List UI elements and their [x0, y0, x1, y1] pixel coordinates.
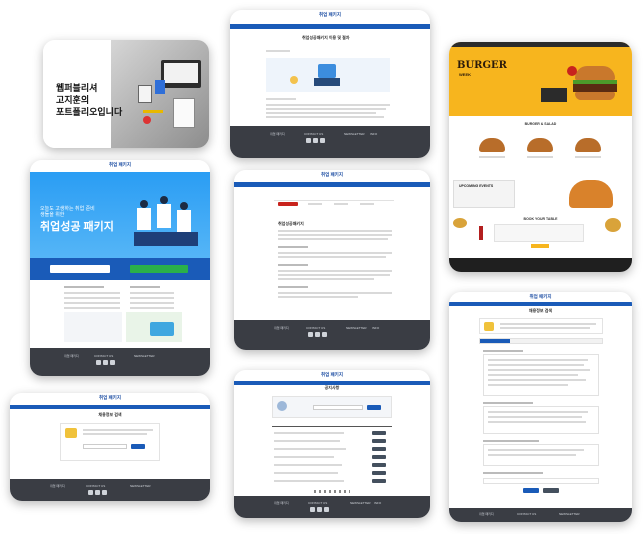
site-logo: 취업 패키지 — [99, 395, 121, 400]
booking-form[interactable] — [494, 224, 584, 242]
main-nav[interactable] — [449, 302, 632, 306]
cancel-button[interactable] — [543, 488, 559, 493]
search-panel[interactable] — [60, 423, 160, 461]
main-nav[interactable] — [234, 182, 430, 187]
devices-illustration — [161, 60, 201, 88]
menu-item-1[interactable] — [479, 138, 505, 152]
hero-bar — [30, 258, 210, 280]
intro-text: 웹퍼블리셔 고지훈의 포트폴리오입니다 — [56, 82, 122, 118]
confirm-button[interactable] — [523, 488, 539, 493]
promo-box[interactable] — [126, 312, 182, 342]
menu-item-2[interactable] — [527, 138, 553, 152]
site-footer: 취업 패키지 CONTACT US NEWSLETTER — [30, 348, 210, 376]
intro-line-2: 고지훈의 — [56, 95, 90, 105]
intro-line-1: 웹퍼블리셔 — [56, 83, 98, 93]
sale-badge — [567, 66, 577, 76]
site-footer: 취업 패키지 CONTACT US NEWSLETTER — [449, 508, 632, 522]
section-burger-salad: BURGER & SALAD — [524, 122, 557, 126]
terms-box-2[interactable] — [483, 406, 599, 434]
search-input[interactable] — [83, 444, 127, 449]
site-footer: 취업 패키지 CONTACT US NEWSLETTER INFO — [234, 320, 430, 350]
intro-line-3: 포트폴리오입니다 — [56, 107, 123, 117]
site-logo: 취업 패키지 — [321, 372, 343, 377]
page-title: 채용정보 검색 — [528, 308, 553, 313]
menu-item-3[interactable] — [575, 138, 601, 152]
portfolio-card-main[interactable]: 취업 패키지 오늘도 고생하는 취업 준비생들을 위한 취업성공 패키지 취업 … — [30, 160, 210, 376]
portfolio-card-notice[interactable]: 취업 패키지 공지사항 취업 패키지 CONTACT US NEWSLETTER… — [234, 370, 430, 518]
site-logo: 취업 패키지 — [529, 294, 552, 299]
pagination[interactable] — [314, 490, 350, 493]
main-nav[interactable] — [10, 405, 210, 409]
footer-contact: CONTACT US — [304, 132, 324, 136]
page-title: 채용정보 검색 — [98, 412, 122, 417]
search-input[interactable] — [313, 405, 363, 410]
site-footer: 취업 패키지 CONTACT US NEWSLETTER INFO — [230, 126, 430, 158]
step-tabs[interactable] — [479, 338, 603, 344]
people-illustration — [134, 192, 198, 250]
site-logo: 취업 패키지 — [321, 172, 343, 177]
portfolio-card-jobsearch[interactable]: 취업 패키지 채용정보 검색 취업 패키지 CONTACT US NEWSLET… — [10, 393, 210, 501]
page-title: 취업성공패키지 — [278, 221, 304, 226]
tab-1[interactable] — [278, 202, 298, 206]
site-footer: 취업 패키지 CONTACT US NEWSLETTER — [10, 479, 210, 501]
submit-button[interactable] — [531, 244, 549, 248]
footer-contact: CONTACT US — [86, 484, 106, 488]
terms-box-1[interactable] — [483, 354, 599, 396]
burger-brand-sub: WEEK — [459, 72, 471, 77]
portfolio-card-guide[interactable]: 취업 패키지 취업성공패키지 이용 및 절차 취업 패키지 CONTACT US… — [230, 10, 430, 158]
process-illustration — [266, 58, 390, 92]
job-info-button[interactable] — [130, 265, 188, 273]
footer-contact: CONTACT US — [517, 512, 537, 516]
portfolio-card-intro[interactable]: 웹퍼블리셔 고지훈의 포트폴리오입니다 — [43, 40, 209, 148]
events-banner: UPCOMING EVENTS — [449, 176, 632, 214]
search-panel[interactable] — [272, 396, 392, 418]
agree-box[interactable] — [483, 478, 599, 484]
burger-image — [571, 66, 619, 106]
main-nav[interactable] — [230, 24, 430, 29]
intro-panel — [479, 318, 603, 334]
section-book: BOOK YOUR TABLE — [523, 217, 558, 221]
site-logo: 취업 패키지 — [319, 12, 341, 17]
hero-banner: 오늘도 고생하는 취업 준비생들을 위한 취업성공 패키지 — [30, 172, 210, 260]
footer-contact: CONTACT US — [94, 354, 114, 358]
hero-subtitle: 오늘도 고생하는 취업 준비생들을 위한 — [40, 206, 95, 218]
search-button[interactable] — [367, 405, 381, 410]
portfolio-card-jobdetail[interactable]: 취업 패키지 채용정보 검색 취업 패키지 CONTACT US NEWSLET… — [449, 292, 632, 522]
burger-footer — [449, 258, 632, 272]
job-search-button[interactable] — [50, 265, 110, 273]
site-logo: 취업 패키지 — [109, 162, 131, 167]
hero-title: 취업성공 패키지 — [40, 221, 114, 233]
portfolio-card-text[interactable]: 취업 패키지 취업성공패키지 취업 패키지 CONTACT US NEWSLET… — [234, 170, 430, 350]
quick-menu[interactable] — [64, 312, 122, 342]
site-footer: 취업 패키지 CONTACT US NEWSLETTER INFO — [234, 496, 430, 518]
section-events: UPCOMING EVENTS — [459, 184, 494, 188]
footer-contact: CONTACT US — [306, 326, 326, 330]
burger-hero: BURGER WEEK — [449, 42, 632, 116]
search-button[interactable] — [131, 444, 145, 449]
page-title: 공지사항 — [324, 385, 340, 390]
page-title: 취업성공패키지 이용 및 절차 — [302, 35, 350, 40]
terms-box-3[interactable] — [483, 444, 599, 466]
portfolio-card-burger[interactable]: BURGER WEEK BURGER & SALAD UPCOMING EVEN… — [449, 42, 632, 272]
footer-contact: CONTACT US — [308, 501, 328, 505]
burger-brand: BURGER — [457, 60, 507, 71]
